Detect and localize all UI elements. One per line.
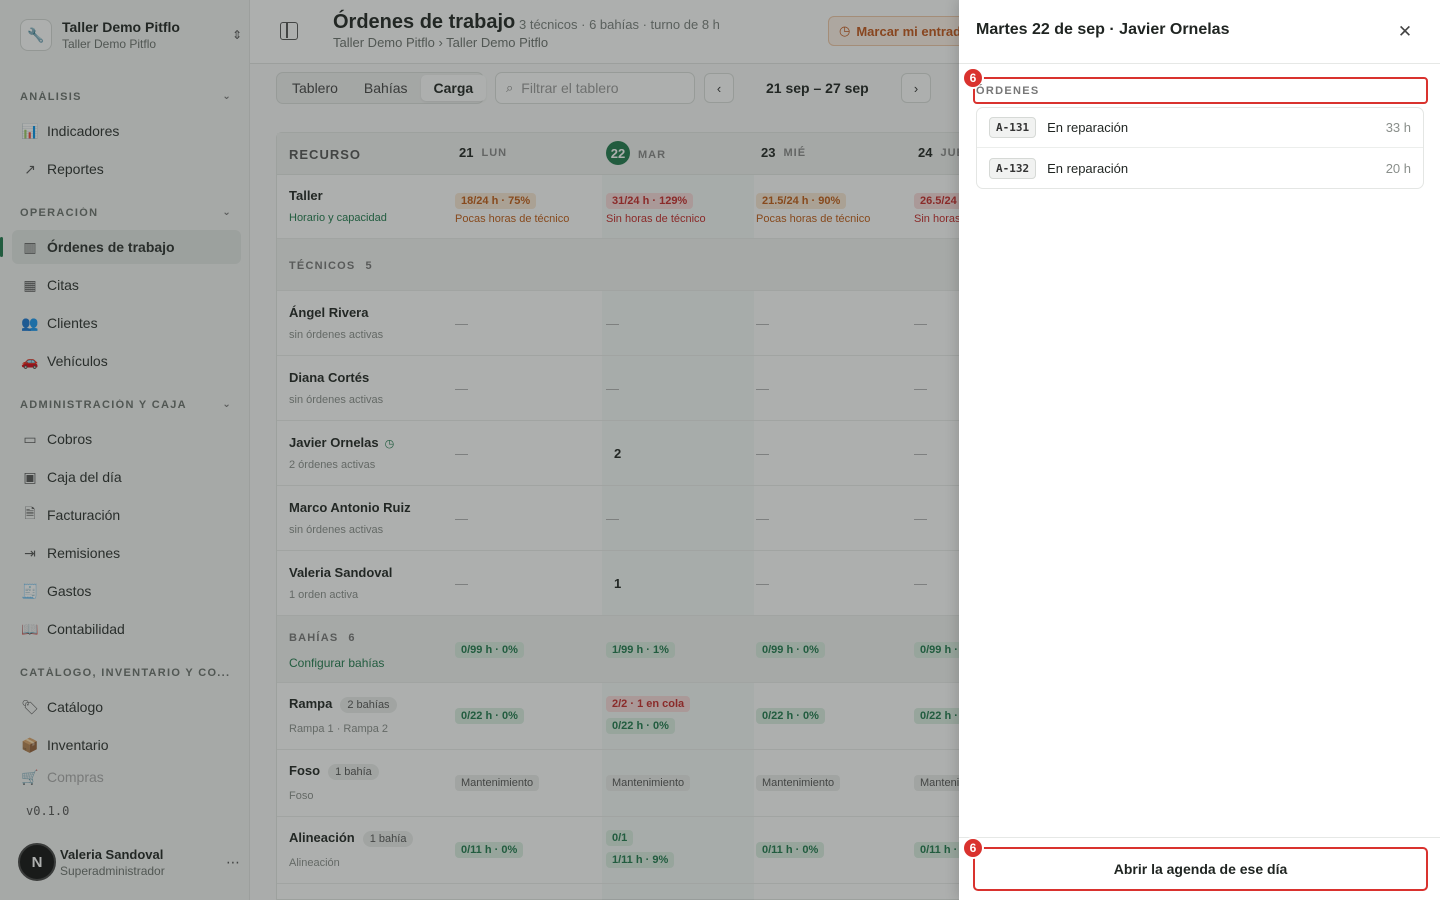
order-item[interactable]: A-131 En reparación 33 h	[977, 108, 1423, 148]
order-item[interactable]: A-132 En reparación 20 h	[977, 148, 1423, 188]
order-code: A-131	[989, 117, 1037, 138]
order-hours: 33 h	[1385, 120, 1411, 135]
order-status: En reparación	[1047, 160, 1129, 176]
orders-section-label: ÓRDENES	[976, 85, 1040, 97]
order-status: En reparación	[1047, 120, 1129, 135]
order-code: A-132	[989, 157, 1037, 179]
divider	[959, 63, 1440, 64]
orders-section-highlight	[973, 77, 1428, 104]
annotation-marker: 6	[962, 837, 984, 859]
open-day-agenda-button[interactable]: Abrir la agenda de ese día	[973, 847, 1428, 891]
order-hours: 20 h	[1385, 160, 1411, 176]
orders-list: A-131 En reparación 33 h A-132 En repara…	[976, 107, 1424, 189]
drawer-title: Martes 22 de sep · Javier Ornelas	[976, 21, 1230, 38]
modal-backdrop[interactable]	[0, 0, 959, 900]
divider	[959, 837, 1440, 838]
day-detail-drawer: Martes 22 de sep · Javier Ornelas ✕ 6 ÓR…	[959, 0, 1440, 900]
close-icon[interactable]: ✕	[1395, 22, 1415, 42]
